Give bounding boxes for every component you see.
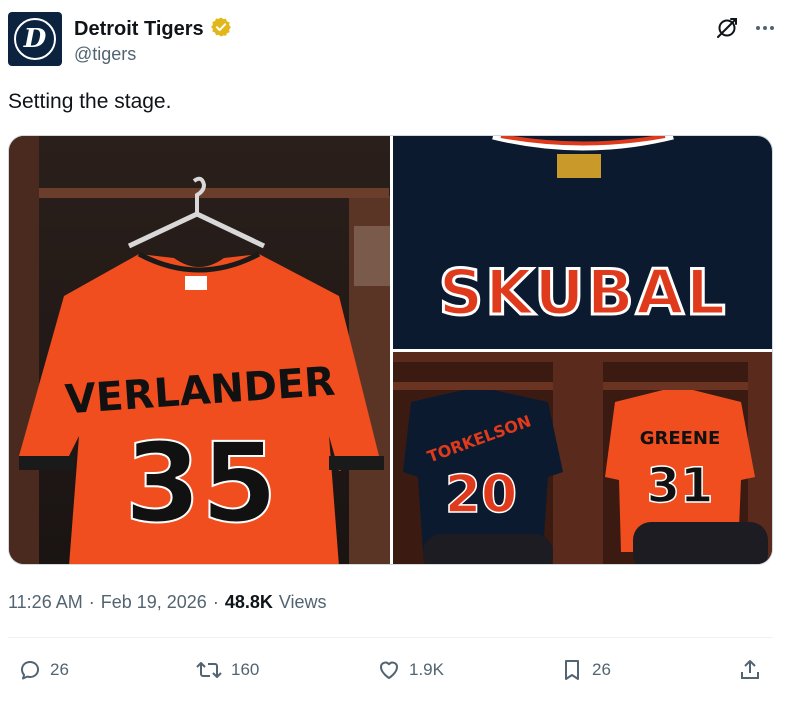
skubal-name-text: SKUBAL <box>439 256 728 329</box>
grok-icon[interactable] <box>715 16 739 40</box>
media-grid: VERLANDER 35 SKUBAL TORKELSON 20 GREENE … <box>8 135 773 565</box>
verlander-number-text: 35 <box>124 419 277 547</box>
share-icon <box>738 658 762 682</box>
like-button[interactable]: 1.9K <box>377 658 444 682</box>
more-icon[interactable] <box>753 16 777 40</box>
greene-number-text: 31 <box>647 458 714 514</box>
avatar[interactable]: D <box>8 12 62 66</box>
repost-button[interactable]: 160 <box>195 658 259 682</box>
torkelson-number-text: 20 <box>445 465 517 525</box>
action-bar: 26 160 1.9K 26 <box>8 652 773 692</box>
media-image-verlander[interactable]: VERLANDER 35 <box>9 136 390 564</box>
meta-separator: · <box>88 592 95 612</box>
repost-count: 160 <box>231 660 260 679</box>
bookmark-icon <box>560 658 584 682</box>
like-icon <box>377 658 401 682</box>
avatar-logo: D <box>23 24 47 54</box>
bookmark-count: 26 <box>592 660 611 679</box>
greene-name-text: GREENE <box>640 428 721 449</box>
tweet-date[interactable]: Feb 19, 2026 <box>101 592 207 613</box>
tweet-text: Setting the stage. <box>8 90 172 113</box>
reply-icon <box>18 658 42 682</box>
tweet-header: D Detroit Tigers @tigers <box>8 12 777 70</box>
handle[interactable]: @tigers <box>74 44 136 65</box>
media-image-skubal[interactable]: SKUBAL <box>393 136 772 349</box>
views-label: Views <box>278 592 327 612</box>
verified-badge-icon <box>210 16 232 43</box>
views-count: 48.8K <box>224 592 273 612</box>
reply-count: 26 <box>50 660 69 679</box>
bookmark-button[interactable]: 26 <box>560 658 611 682</box>
reply-button[interactable]: 26 <box>18 658 69 682</box>
share-button[interactable] <box>738 658 762 682</box>
tweet-time[interactable]: 11:26 AM <box>8 592 83 613</box>
tweet-meta: 11:26 AM · Feb 19, 2026 · 48.8K Views <box>8 592 327 613</box>
meta-separator: · <box>212 592 219 612</box>
media-image-locker-room[interactable]: TORKELSON 20 GREENE 31 <box>393 352 772 564</box>
like-count: 1.9K <box>409 660 444 679</box>
divider <box>8 637 773 638</box>
repost-icon <box>195 658 223 682</box>
display-name[interactable]: Detroit Tigers <box>74 18 204 41</box>
